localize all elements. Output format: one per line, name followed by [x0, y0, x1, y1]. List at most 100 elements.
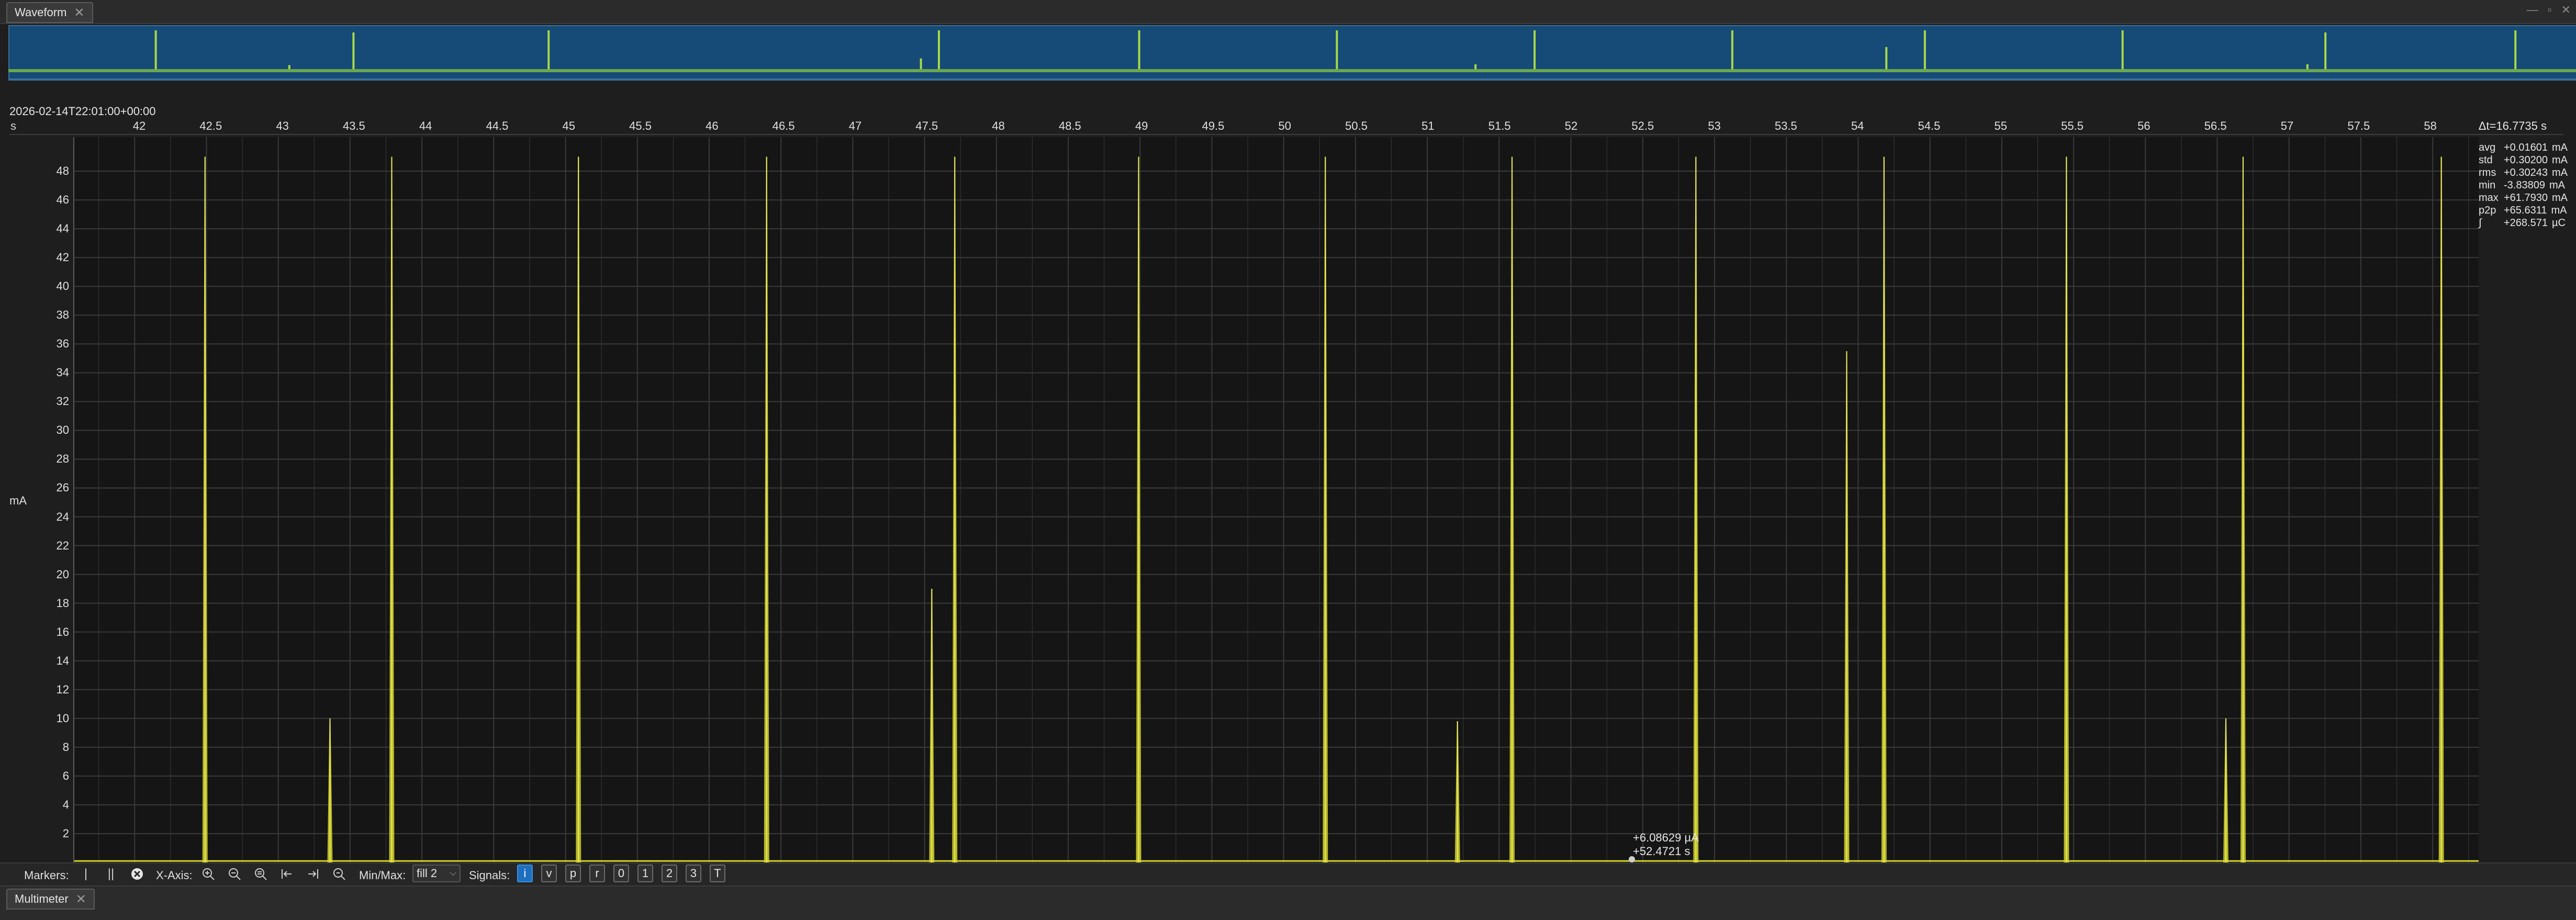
x-tick-label: 56: [2137, 119, 2151, 132]
y-tick-label: 38: [56, 308, 69, 322]
signal-toggle-T[interactable]: T: [710, 865, 725, 882]
x-tick-label: 49: [1135, 119, 1148, 132]
y-axis-unit: mA: [9, 494, 27, 507]
y-tick-label: 48: [56, 164, 69, 178]
minmax-select[interactable]: fill 2 ⌵: [412, 865, 461, 882]
y-tick-label: 20: [56, 567, 69, 581]
stat-key: ∫: [2479, 217, 2482, 229]
zoom-out-icon[interactable]: [226, 866, 243, 882]
cursor-time: +52.4721 s: [1633, 845, 1690, 858]
zoom-all-icon[interactable]: [331, 866, 348, 882]
y-tick-label: 16: [56, 625, 69, 638]
markers-label: Markers:: [24, 869, 69, 882]
x-tick-label: 55.5: [2061, 119, 2084, 132]
stat-row: min -3.83809 mA: [2479, 179, 2573, 192]
cursor-value: +6.08629 µA: [1633, 831, 1699, 844]
zoom-fit-icon[interactable]: [252, 866, 269, 882]
signal-toggle-v[interactable]: v: [541, 865, 557, 882]
x-axis-label: X-Axis:: [156, 869, 193, 882]
cursor-readout: +6.08629 µA +52.4721 s: [1633, 831, 1699, 858]
x-tick-label: 45: [562, 119, 576, 132]
y-tick-label: 34: [56, 366, 69, 379]
x-tick-label: 53.5: [1774, 119, 1797, 132]
statistics-panel: avg +0.01601 mA std +0.30200 mA rms +0.30243 mA m…: [2479, 141, 2573, 229]
stat-key: std: [2479, 154, 2493, 166]
jump-start-icon[interactable]: [278, 866, 295, 882]
x-tick-label: 46: [705, 119, 719, 132]
signal-toggle-r[interactable]: r: [589, 865, 605, 882]
signal-toggle-i[interactable]: i: [517, 865, 533, 882]
stat-row: std +0.30200 mA: [2479, 154, 2573, 166]
x-tick-label: 45.5: [629, 119, 652, 132]
clear-markers-icon[interactable]: [129, 866, 145, 882]
waveform-plot[interactable]: [73, 137, 2479, 862]
stat-unit: mA: [2551, 154, 2568, 166]
stat-value: -3.83809: [2504, 179, 2545, 191]
stat-value: +0.01601: [2504, 142, 2548, 153]
single-marker-icon[interactable]: |: [77, 866, 94, 882]
close-icon[interactable]: ✕: [76, 892, 86, 907]
y-tick-label: 18: [56, 596, 69, 610]
y-tick-label: 24: [56, 510, 69, 523]
y-tick-label: 22: [56, 538, 69, 552]
minimize-icon[interactable]: —: [2527, 3, 2538, 17]
overview-baseline: [8, 69, 2576, 72]
stat-key: rms: [2479, 167, 2496, 178]
overview-range-bar[interactable]: [8, 78, 2576, 81]
signal-toggle-1[interactable]: 1: [637, 865, 653, 882]
signal-toggle-3[interactable]: 3: [686, 865, 701, 882]
waveform-canvas: [74, 137, 2479, 862]
signal-toggle-2[interactable]: 2: [662, 865, 677, 882]
close-window-icon[interactable]: ✕: [2561, 3, 2571, 17]
y-tick-label: 46: [56, 193, 69, 207]
x-tick-label: 49.5: [1202, 119, 1225, 132]
y-tick-label: 42: [56, 251, 69, 264]
x-tick-label: 57: [2280, 119, 2294, 132]
signal-toggle-p[interactable]: p: [565, 865, 581, 882]
x-tick-label: 50: [1278, 119, 1292, 132]
x-tick-label: 48: [992, 119, 1005, 132]
x-tick-label: 42.5: [199, 119, 222, 132]
signal-toggle-0[interactable]: 0: [613, 865, 629, 882]
stat-row: max +61.7930 mA: [2479, 192, 2573, 204]
stat-unit: mA: [2551, 167, 2568, 178]
x-tick-label: 52: [1564, 119, 1578, 132]
tab-waveform-label: Waveform: [15, 6, 67, 19]
x-tick-label: 48.5: [1058, 119, 1081, 132]
x-tick-label: 43: [276, 119, 289, 132]
tab-multimeter[interactable]: Multimeter ✕: [6, 889, 95, 910]
stat-key: min: [2479, 179, 2496, 191]
x-tick-label: 58: [2424, 119, 2437, 132]
x-tick-label: 53: [1708, 119, 1721, 132]
stat-unit: mA: [2551, 205, 2567, 216]
stat-value: +65.6311: [2504, 205, 2547, 216]
dual-marker-icon[interactable]: ||: [103, 866, 119, 882]
x-tick-label: 51: [1421, 119, 1435, 132]
stat-row: p2p +65.6311 mA: [2479, 204, 2573, 217]
x-tick-label: 43.5: [342, 119, 365, 132]
x-tick-label: 44.5: [486, 119, 509, 132]
delta-time-label: Δt=16.7735 s: [2478, 119, 2547, 132]
stat-key: max: [2479, 192, 2499, 204]
cursor-marker[interactable]: [1629, 856, 1635, 862]
zoom-in-icon[interactable]: [200, 866, 217, 882]
x-axis-unit: s: [10, 119, 16, 132]
close-icon[interactable]: ✕: [74, 5, 84, 20]
y-tick-label: 10: [56, 711, 69, 725]
stat-value: +61.7930: [2504, 192, 2548, 204]
y-tick-label: 32: [56, 395, 69, 408]
tab-waveform[interactable]: Waveform ✕: [6, 2, 93, 23]
stat-key: p2p: [2479, 205, 2496, 216]
y-tick-label: 14: [56, 654, 69, 667]
y-tick-label: 6: [62, 769, 69, 782]
y-tick-label: 40: [56, 279, 69, 293]
x-tick-label: 42: [132, 119, 146, 132]
stat-unit: µC: [2551, 217, 2566, 229]
y-tick-label: 36: [56, 337, 69, 351]
x-tick-label: 54.5: [1918, 119, 1941, 132]
stat-value: +268.571: [2504, 217, 2548, 229]
y-tick-label: 8: [62, 740, 69, 754]
jump-end-icon[interactable]: [305, 866, 321, 882]
window-controls: — ▫ ✕: [2527, 3, 2571, 17]
restore-icon[interactable]: ▫: [2548, 3, 2552, 17]
